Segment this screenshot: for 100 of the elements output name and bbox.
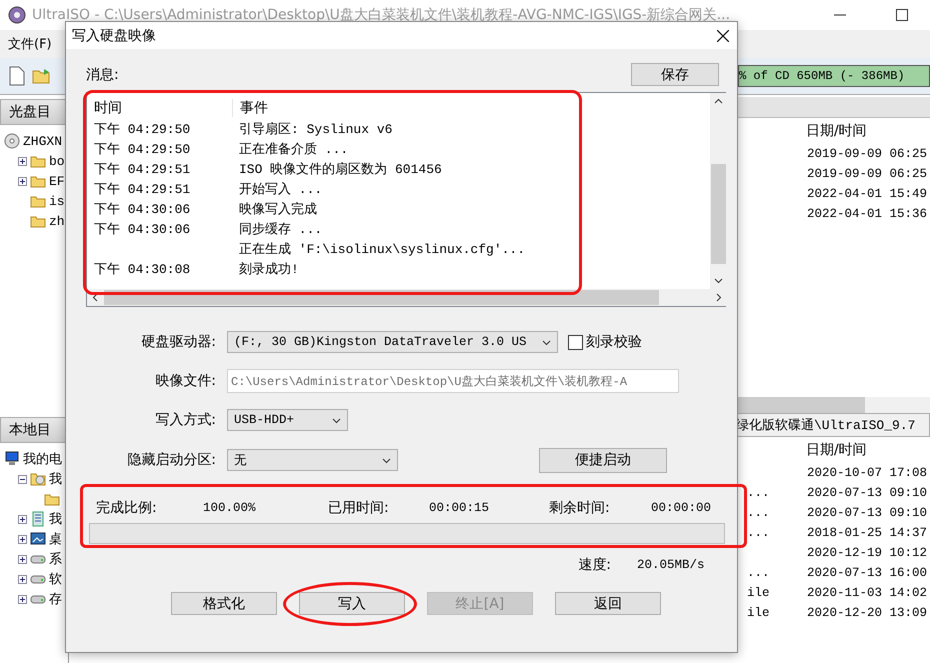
pane-header: 本地目 [0,417,68,443]
table-cell: ile [747,586,770,600]
messages-label: 消息: [86,66,119,84]
speed-value: 20.05MB/s [637,558,706,572]
table-cell: 2020-12-19 10:12 [807,546,928,560]
expand-icon[interactable] [18,156,27,166]
expand-icon[interactable] [18,534,27,544]
table-cell: 2020-11-03 14:02 [807,586,928,600]
tree-item[interactable]: 我 [49,510,62,528]
hidden-partition-dropdown[interactable]: 无 [227,449,398,471]
field-label: 写入方式: [154,411,217,429]
capacity-bar: % of CD 650MB (- 386MB) [738,65,930,87]
progress-value: 00:00:00 [651,501,712,515]
field-label: 映像文件: [154,372,217,390]
tree-item[interactable]: 存 [49,590,62,608]
expand-icon[interactable] [18,594,27,604]
field-label: 隐藏启动分区: [126,451,217,469]
checkbox-label[interactable]: 刻录校验 [586,333,642,351]
field-label: 硬盘驱动器: [140,333,217,351]
table-cell: ... [747,566,770,580]
progress-value: 00:00:15 [429,501,490,515]
chevron-down-icon [332,416,341,424]
dialog-title: 写入硬盘映像 [72,26,157,44]
table-cell: 2020-10-07 17:08 [807,466,928,480]
scroll-right-icon[interactable] [714,293,723,302]
pane-header: 光盘目 [0,99,68,125]
documents-icon [30,511,46,527]
table-cell: 2019-09-09 06:25 [807,147,928,161]
disc-icon [4,133,20,149]
chevron-down-icon [382,456,391,464]
collapse-icon[interactable] [18,474,27,484]
log-time: 下午 04:29:50 [94,142,190,157]
dialog-button[interactable]: 写入 [299,592,405,615]
column-header[interactable]: 日期/时间 [806,441,867,459]
log-time: 下午 04:30:06 [94,202,190,217]
log-event: 正在生成 'F:\isolinux\syslinux.cfg'... [239,242,526,257]
scroll-down-icon[interactable] [714,276,723,285]
table-cell: 2020-12-20 13:09 [807,606,928,620]
progress-label: 剩余时间: [549,499,611,517]
scrollbar[interactable] [710,93,727,289]
tree-item[interactable]: ZHGXN [23,134,62,148]
table-cell: 2020-07-13 09:10 [807,506,928,520]
column-header[interactable]: 事件 [233,99,710,117]
table-cell: 2020-07-13 16:00 [807,566,928,580]
tree-item[interactable]: 软 [49,570,62,588]
new-file-icon[interactable] [8,66,26,86]
drive-dropdown[interactable]: (F:, 30 GB)Kingston DataTraveler 3.0 US [227,331,558,353]
scrollbar[interactable] [735,397,930,413]
log-time: 下午 04:30:06 [94,222,190,237]
log-event: 正在准备介质 ... [239,142,348,157]
table-cell: 2020-07-13 09:10 [807,486,928,500]
table-cell: ile [747,606,770,620]
expand-icon[interactable] [18,514,27,524]
app-logo [8,6,26,24]
progress-value: 100.00% [203,501,257,515]
menu-item[interactable]: 文件(F) [6,33,54,55]
log-time: 下午 04:29:51 [94,182,190,197]
table-cell: ... [747,526,770,540]
table-cell: ... [747,486,770,500]
log-time: 下午 04:29:50 [94,122,190,137]
save-button[interactable]: 保存 [631,63,719,86]
log-event: 刻录成功! [239,262,299,277]
tree-item[interactable]: 我 [49,470,62,488]
tree-item[interactable]: EF [49,174,65,188]
expand-icon[interactable] [18,554,27,564]
maximize-icon[interactable] [896,9,908,21]
table-cell: 2019-09-09 06:25 [807,167,928,181]
tree-item[interactable]: 我的电 [23,450,62,468]
open-folder-icon[interactable] [32,67,52,85]
table-cell: 2022-04-01 15:49 [807,187,928,201]
log-event: 同步缓存 ... [239,222,322,237]
expand-icon[interactable] [18,176,27,186]
speed-label: 速度: [578,556,611,574]
table-cell: ... [747,506,770,520]
verify-checkbox[interactable] [568,334,583,350]
log-event: 映像写入完成 [239,202,317,217]
tree-item[interactable]: 系 [49,550,62,568]
expand-icon[interactable] [18,574,27,584]
tree-item[interactable]: is [49,194,65,208]
log-time: 下午 04:29:51 [94,162,190,177]
close-icon[interactable] [717,30,729,42]
progress-label: 完成比例: [96,499,158,517]
tree-item[interactable]: zh [49,214,65,228]
dialog-button[interactable]: 格式化 [171,592,277,615]
scroll-left-icon[interactable] [91,293,100,302]
tree-item[interactable]: bo [49,154,65,168]
log-event: 开始写入 ... [239,182,322,197]
column-header[interactable]: 日期/时间 [806,122,867,140]
quick-boot-button[interactable]: 便捷启动 [539,448,667,472]
column-header[interactable]: 时间 [87,99,233,117]
log-event: ISO 映像文件的扇区数为 601456 [239,162,442,177]
window-title: UltraISO - C:\Users\Administrator\Desktop\U盘大白菜装机文件\装机教程-AVG-NMC-IGS\IGS-新综合网关... [32,6,732,24]
write-mode-dropdown[interactable]: USB-HDD+ [227,409,348,431]
desktop-icon [30,531,46,547]
computer-icon [4,451,20,467]
scroll-up-icon[interactable] [714,97,723,106]
log-time: 下午 04:30:08 [94,262,190,277]
progress-label: 已用时间: [328,499,390,517]
dialog-button[interactable]: 返回 [555,592,661,615]
tree-item[interactable]: 桌 [49,530,62,548]
